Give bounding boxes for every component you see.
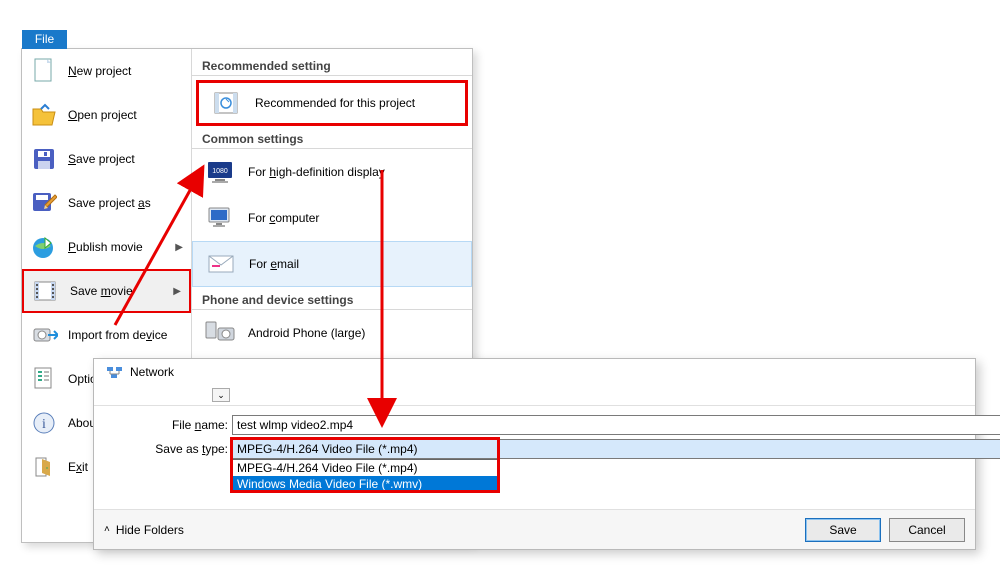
save-as-type-row: Save as type: MPEG-4/H.264 Video File (*…: [132, 439, 1000, 459]
sub-label: Android Phone (large): [248, 326, 365, 340]
sub-label: Recommended for this project: [255, 96, 415, 110]
computer-icon: [204, 204, 238, 232]
sub-label: For computer: [248, 211, 319, 225]
dialog-location[interactable]: Network: [106, 365, 174, 379]
chevron-right-icon: ▶: [173, 286, 181, 297]
open-project-icon: [30, 101, 58, 129]
hd-display-icon: 1080: [204, 158, 238, 186]
menu-save-movie[interactable]: Save movie ▶: [22, 269, 191, 313]
new-project-icon: [30, 57, 58, 85]
sub-label: For high-definition display: [248, 165, 385, 179]
section-common: Common settings: [192, 126, 472, 149]
svg-text:i: i: [42, 417, 46, 432]
menu-save-project-as[interactable]: Save project as: [22, 181, 191, 225]
save-as-type-dropdown: MPEG-4/H.264 Video File (*.mp4) Windows …: [232, 459, 498, 493]
sub-for-computer[interactable]: For computer: [192, 195, 472, 241]
save-project-as-icon: [30, 189, 58, 217]
filename-row: File name: ⌄: [132, 415, 1000, 435]
menu-label: Publish movie: [68, 240, 171, 254]
import-device-icon: [30, 321, 58, 349]
menu-publish-movie[interactable]: Publish movie ▶: [22, 225, 191, 269]
menu-open-project[interactable]: Open project: [22, 93, 191, 137]
menu-new-project[interactable]: New project: [22, 49, 191, 93]
menu-label: Save project as: [68, 196, 183, 210]
menu-label: Save project: [68, 152, 183, 166]
publish-movie-icon: [30, 233, 58, 261]
filename-input[interactable]: [232, 415, 1000, 435]
menu-label: Import from device: [68, 328, 183, 342]
exit-icon: [30, 453, 58, 481]
save-as-type-select[interactable]: MPEG-4/H.264 Video File (*.mp4) ⌄: [232, 439, 1000, 459]
filename-label: File name:: [132, 418, 232, 432]
about-icon: i: [30, 409, 58, 437]
dialog-bottom-bar: ˄ Hide Folders Save Cancel: [94, 509, 975, 549]
sub-recommended-for-this-project[interactable]: Recommended for this project: [196, 80, 468, 126]
file-tab[interactable]: File: [22, 30, 67, 49]
location-label: Network: [130, 365, 174, 379]
network-icon: [106, 365, 124, 379]
chevron-right-icon: ▶: [175, 242, 183, 253]
menu-label: Open project: [68, 108, 183, 122]
section-phone: Phone and device settings: [192, 287, 472, 310]
save-dialog: Network ⌄ File name: ⌄ Save as type: MPE…: [93, 358, 976, 550]
menu-label: Save movie: [70, 284, 169, 298]
svg-text:1080: 1080: [212, 168, 228, 175]
sub-android-phone-large[interactable]: Android Phone (large): [192, 310, 472, 356]
save-movie-icon: [32, 277, 60, 305]
options-icon: [30, 365, 58, 393]
type-option-mp4[interactable]: MPEG-4/H.264 Video File (*.mp4): [233, 460, 497, 476]
chevron-up-icon: ˄: [104, 524, 110, 535]
type-option-wmv[interactable]: Windows Media Video File (*.wmv): [233, 476, 497, 492]
hide-folders-toggle[interactable]: ˄ Hide Folders: [104, 523, 184, 537]
cancel-button[interactable]: Cancel: [889, 518, 965, 542]
sub-high-definition-display[interactable]: 1080 For high-definition display: [192, 149, 472, 195]
save-project-icon: [30, 145, 58, 173]
save-button[interactable]: Save: [805, 518, 881, 542]
section-recommended: Recommended setting: [192, 53, 472, 76]
menu-import-from-device[interactable]: Import from device: [22, 313, 191, 357]
email-icon: [205, 250, 239, 278]
filmstrip-icon: [211, 89, 245, 117]
sub-for-email[interactable]: For email: [192, 241, 472, 287]
save-as-type-label: Save as type:: [132, 442, 232, 456]
separator: [94, 405, 975, 406]
location-dropdown-chevron[interactable]: ⌄: [212, 388, 230, 402]
phone-camera-icon: [204, 319, 238, 347]
menu-save-project[interactable]: Save project: [22, 137, 191, 181]
menu-label: New project: [68, 64, 183, 78]
sub-label: For email: [249, 257, 299, 271]
